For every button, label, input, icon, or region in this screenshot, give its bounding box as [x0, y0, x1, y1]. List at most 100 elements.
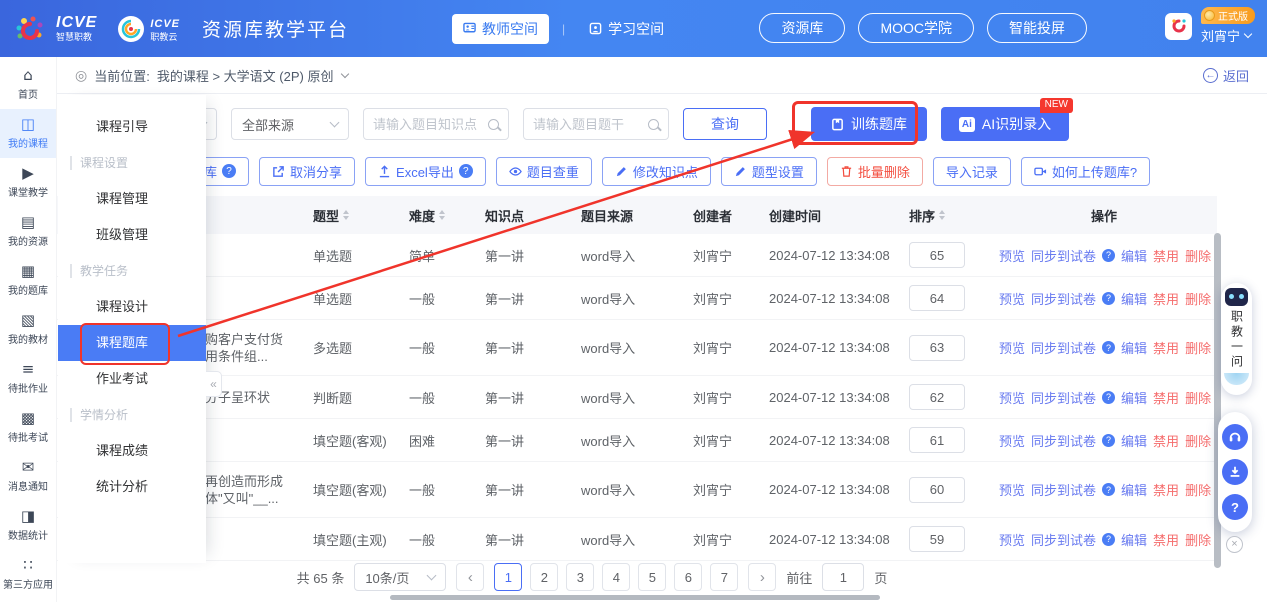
header-sort[interactable]: 排序 — [901, 206, 991, 225]
submenu-item-statistical-analysis[interactable]: 统计分析 — [58, 469, 206, 505]
sidebar-item-classroom-teaching[interactable]: ▶ 课堂教学 — [0, 158, 56, 207]
header-type[interactable]: 题型 — [305, 206, 401, 225]
sidebar-item-notifications[interactable]: ✉ 消息通知 — [0, 452, 56, 501]
page-button-6[interactable]: 6 — [674, 563, 702, 591]
knowledge-search-input[interactable] — [373, 117, 483, 132]
sync-to-paper-link[interactable]: 同步到试卷 — [1031, 431, 1096, 450]
sync-help-icon[interactable] — [1102, 483, 1115, 496]
sort-order-input[interactable] — [909, 427, 965, 453]
submenu-section-learning-analysis[interactable]: 学情分析 — [58, 397, 206, 433]
submenu-collapse-button[interactable] — [206, 371, 222, 397]
page-button-5[interactable]: 5 — [638, 563, 666, 591]
app-logo-icon[interactable] — [1165, 13, 1192, 40]
page-button-1[interactable]: 1 — [494, 563, 522, 591]
sync-help-icon[interactable] — [1102, 341, 1115, 354]
back-button[interactable]: 返回 — [1203, 66, 1249, 85]
disable-link[interactable]: 禁用 — [1153, 388, 1179, 407]
search-icon[interactable] — [648, 119, 659, 130]
sidebar-item-my-question-bank[interactable]: ▦ 我的题库 — [0, 256, 56, 305]
sidebar-item-my-courses[interactable]: ◫ 我的课程 — [0, 109, 56, 158]
nav-smart-screencast[interactable]: 智能投屏 — [987, 13, 1087, 43]
sort-order-input[interactable] — [909, 285, 965, 311]
sync-help-icon[interactable] — [1102, 533, 1115, 546]
sync-to-paper-link[interactable]: 同步到试卷 — [1031, 530, 1096, 549]
delete-link[interactable]: 删除 — [1185, 289, 1211, 308]
delete-link[interactable]: 删除 — [1185, 530, 1211, 549]
nav-mooc-academy[interactable]: MOOC学院 — [858, 13, 974, 43]
learning-space-tab[interactable]: 学习空间 — [578, 14, 675, 44]
disable-link[interactable]: 禁用 — [1153, 480, 1179, 499]
how-to-upload-button[interactable]: 如何上传题库? — [1021, 157, 1150, 186]
import-records-button[interactable]: 导入记录 — [933, 157, 1011, 186]
sort-order-input[interactable] — [909, 242, 965, 268]
disable-link[interactable]: 禁用 — [1153, 246, 1179, 265]
disable-link[interactable]: 禁用 — [1153, 530, 1179, 549]
sync-help-icon[interactable] — [1102, 292, 1115, 305]
assistant-widget[interactable]: 职教一问 — [1221, 283, 1252, 395]
page-size-select[interactable]: 10条/页 — [354, 563, 446, 591]
sync-to-paper-link[interactable]: 同步到试卷 — [1031, 289, 1096, 308]
sync-help-icon[interactable] — [1102, 391, 1115, 404]
preview-link[interactable]: 预览 — [999, 480, 1025, 499]
delete-link[interactable]: 删除 — [1185, 431, 1211, 450]
sort-order-input[interactable] — [909, 526, 965, 552]
ai-recognition-entry-button[interactable]: Ai AI识别录入 NEW — [941, 107, 1069, 141]
submenu-item-course-design[interactable]: 课程设计 — [58, 289, 206, 325]
preview-link[interactable]: 预览 — [999, 530, 1025, 549]
sidebar-item-my-textbooks[interactable]: ▧ 我的教材 — [0, 305, 56, 354]
user-menu[interactable]: 刘宵宁 — [1201, 26, 1251, 45]
preview-link[interactable]: 预览 — [999, 246, 1025, 265]
submenu-item-class-management[interactable]: 班级管理 — [58, 217, 206, 253]
sync-to-paper-link[interactable]: 同步到试卷 — [1031, 388, 1096, 407]
submenu-item-course-question-bank[interactable]: 课程题库 — [58, 325, 206, 361]
submenu-item-course-management[interactable]: 课程管理 — [58, 181, 206, 217]
sidebar-item-pending-exams[interactable]: ▩ 待批考试 — [0, 403, 56, 452]
sort-icon[interactable] — [439, 210, 445, 220]
sidebar-item-pending-homework[interactable]: ≡ 待批作业 — [0, 354, 56, 403]
next-page-button[interactable] — [748, 563, 776, 591]
excel-export-button[interactable]: Excel导出 — [365, 157, 486, 186]
sync-to-paper-link[interactable]: 同步到试卷 — [1031, 480, 1096, 499]
sidebar-item-third-party-apps[interactable]: ∷ 第三方应用 — [0, 550, 56, 599]
preview-link[interactable]: 预览 — [999, 289, 1025, 308]
batch-delete-button[interactable]: 批量删除 — [827, 157, 923, 186]
delete-link[interactable]: 删除 — [1185, 480, 1211, 499]
page-button-7[interactable]: 7 — [710, 563, 738, 591]
help-icon[interactable] — [222, 164, 236, 178]
disable-link[interactable]: 禁用 — [1153, 431, 1179, 450]
preview-link[interactable]: 预览 — [999, 338, 1025, 357]
close-floating-button[interactable] — [1226, 536, 1243, 553]
sync-help-icon[interactable] — [1102, 249, 1115, 262]
edit-link[interactable]: 编辑 — [1121, 289, 1147, 308]
question-type-settings-button[interactable]: 题型设置 — [721, 157, 817, 186]
modify-knowledge-button[interactable]: 修改知识点 — [602, 157, 711, 186]
sort-icon[interactable] — [939, 210, 945, 220]
stem-search-input[interactable] — [533, 117, 643, 132]
horizontal-scrollbar[interactable] — [390, 595, 880, 600]
sync-help-icon[interactable] — [1102, 434, 1115, 447]
sidebar-item-home[interactable]: ⌂ 首页 — [0, 60, 56, 109]
edit-link[interactable]: 编辑 — [1121, 338, 1147, 357]
sort-order-input[interactable] — [909, 335, 965, 361]
nav-resource-library[interactable]: 资源库 — [759, 13, 845, 43]
delete-link[interactable]: 删除 — [1185, 338, 1211, 357]
sync-to-paper-link[interactable]: 同步到试卷 — [1031, 338, 1096, 357]
breadcrumb-path[interactable]: 我的课程 > 大学语文 (2P) 原创 — [157, 66, 334, 85]
query-button[interactable]: 查询 — [683, 108, 767, 140]
submenu-section-course-settings[interactable]: 课程设置 — [58, 145, 206, 181]
download-button[interactable] — [1222, 459, 1248, 485]
disable-link[interactable]: 禁用 — [1153, 338, 1179, 357]
sidebar-item-data-statistics[interactable]: ◨ 数据统计 — [0, 501, 56, 550]
edit-link[interactable]: 编辑 — [1121, 480, 1147, 499]
delete-link[interactable]: 删除 — [1185, 388, 1211, 407]
help-icon[interactable] — [459, 164, 473, 178]
disable-link[interactable]: 禁用 — [1153, 289, 1179, 308]
sort-order-input[interactable] — [909, 477, 965, 503]
sidebar-item-my-resources[interactable]: ▤ 我的资源 — [0, 207, 56, 256]
customer-service-button[interactable] — [1222, 424, 1248, 450]
cancel-share-button[interactable]: 取消分享 — [259, 157, 355, 186]
edit-link[interactable]: 编辑 — [1121, 431, 1147, 450]
goto-page-input[interactable] — [822, 563, 864, 591]
page-button-2[interactable]: 2 — [530, 563, 558, 591]
submenu-item-course-guide[interactable]: 课程引导 — [58, 109, 206, 145]
